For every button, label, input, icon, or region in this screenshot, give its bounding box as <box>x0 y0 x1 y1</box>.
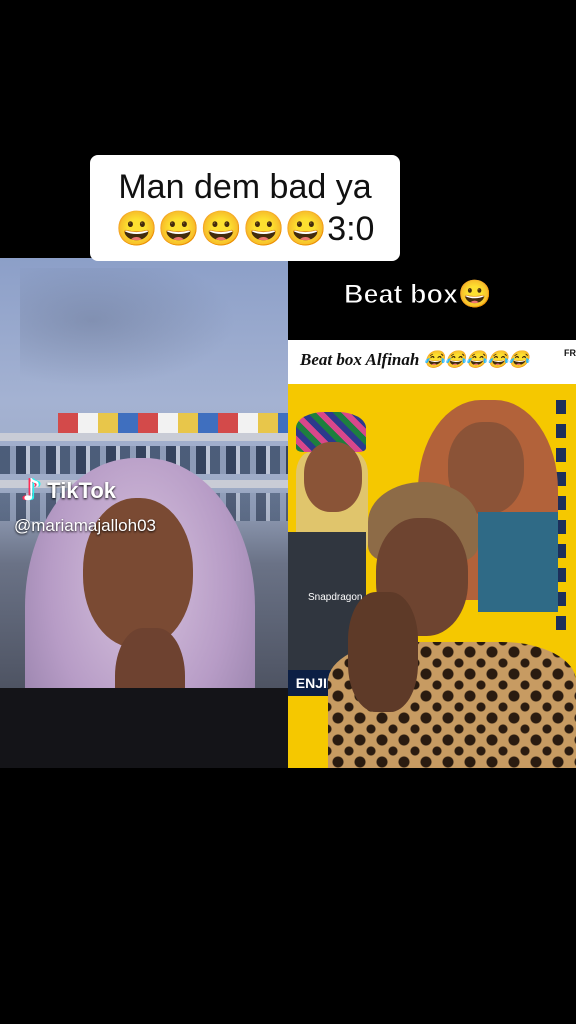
caption-line-1: Man dem bad ya <box>118 168 372 206</box>
poster-title: Beat box Alfinah 😂😂😂😂😂 <box>300 350 530 369</box>
person-leopard-print <box>328 482 576 768</box>
caption-box: Man dem bad ya 😀😀😀😀😀3:0 <box>90 155 400 261</box>
shoe-boxes <box>58 413 288 433</box>
right-video-panel: Beat box😀 Beat box Alfinah 😂😂😂😂😂 FR Snap… <box>288 258 576 768</box>
caption-line-2: 😀😀😀😀😀3:0 <box>115 210 375 248</box>
tiktok-logo-text: TikTok <box>47 478 117 503</box>
black-top <box>0 688 288 768</box>
hand-on-cheek <box>348 592 418 712</box>
left-video-panel <box>0 258 288 768</box>
beat-box-title: Beat box😀 <box>344 279 493 310</box>
tiktok-watermark: ♪ TikTok <box>22 476 116 506</box>
shelf <box>0 433 288 441</box>
poster-header-band: Beat box Alfinah 😂😂😂😂😂 FR <box>288 340 576 388</box>
yellow-poster: Beat box Alfinah 😂😂😂😂😂 FR Snapdragon ENJ… <box>288 340 576 768</box>
poster-corner-text: FR <box>564 348 576 358</box>
wall-stain <box>20 268 260 398</box>
tiktok-note-icon: ♪ <box>22 473 42 508</box>
creator-handle: @mariamajalloh03 <box>14 516 156 535</box>
